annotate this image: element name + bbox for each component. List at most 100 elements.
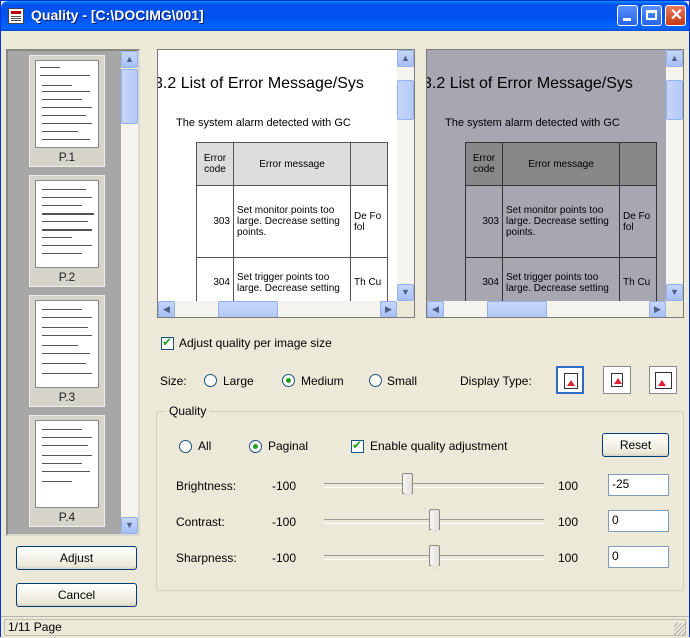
contrast-min: -100 — [272, 515, 297, 529]
adjust-button[interactable]: Adjust — [16, 546, 137, 570]
enable-quality-label: Enable quality adjustment — [370, 439, 508, 453]
thumbnail-image — [35, 180, 99, 268]
row-next: De Fo fol — [619, 185, 657, 258]
image-icon — [564, 373, 578, 389]
quality-paginal-label: Paginal — [268, 439, 309, 453]
thumbnail-page-3[interactable]: P.3 — [29, 295, 105, 407]
thumbnail-image — [35, 300, 99, 388]
resize-grip-icon[interactable] — [674, 623, 686, 635]
preview-hscroll[interactable]: ◀ ▶ — [427, 301, 666, 317]
scroll-thumb[interactable] — [666, 80, 683, 120]
brightness-value-field[interactable]: -25 — [608, 474, 669, 496]
scroll-thumb[interactable] — [121, 69, 138, 124]
scroll-thumb[interactable] — [218, 301, 278, 317]
col-extra-header — [350, 142, 388, 186]
sharpness-min: -100 — [272, 551, 297, 565]
sharpness-slider-thumb[interactable] — [429, 545, 440, 571]
original-preview[interactable]: 3.2 List of Error Message/Sys The system… — [157, 49, 415, 318]
thumbnail-panel[interactable]: P.1 P.2 P.3 P.4 ▲ ▼ — [6, 49, 140, 536]
close-icon: ✕ — [669, 7, 684, 24]
size-large-label: Large — [223, 374, 254, 388]
thumbnail-image — [35, 420, 99, 508]
row-code: 304 — [196, 257, 234, 301]
thumbnail-scrollbar[interactable]: ▲ ▼ — [121, 51, 138, 534]
contrast-max: 100 — [558, 515, 579, 529]
scroll-up-button[interactable]: ▲ — [397, 50, 414, 67]
doc-table: Error code Error message 303 Set monitor… — [196, 142, 388, 301]
size-large-radio[interactable] — [204, 374, 217, 387]
thumbnail-label: P.4 — [58, 510, 76, 524]
display-type-2-button[interactable] — [603, 366, 631, 394]
adjust-per-size-label: Adjust quality per image size — [179, 336, 332, 350]
quality-all-radio[interactable] — [179, 440, 192, 453]
contrast-value-field[interactable]: 0 — [608, 510, 669, 532]
scroll-right-button[interactable]: ▶ — [380, 301, 397, 317]
scroll-thumb[interactable] — [487, 301, 547, 317]
size-small-label: Small — [387, 374, 418, 388]
row-message: Set trigger points too large. Decrease s… — [502, 257, 620, 301]
sharpness-max: 100 — [558, 551, 579, 565]
status-bar: 1/11 Page — [1, 616, 689, 638]
scroll-down-button[interactable]: ▼ — [666, 284, 683, 301]
thumbnail-image — [35, 60, 99, 148]
window-title: Quality - [C:\DOCIMG\001] — [31, 7, 204, 23]
minimize-button[interactable] — [617, 5, 638, 26]
status-text: 1/11 Page — [4, 619, 686, 636]
display-type-label: Display Type: — [460, 374, 532, 388]
scroll-left-button[interactable]: ◀ — [158, 301, 175, 317]
scroll-thumb[interactable] — [397, 80, 414, 120]
close-button[interactable]: ✕ — [665, 5, 686, 26]
brightness-track[interactable] — [324, 483, 544, 488]
size-small-radio[interactable] — [369, 374, 382, 387]
thumbnail-page-4[interactable]: P.4 — [29, 415, 105, 527]
col-extra-header — [619, 142, 657, 186]
scroll-right-button[interactable]: ▶ — [649, 301, 666, 317]
scroll-left-button[interactable]: ◀ — [427, 301, 444, 317]
brightness-slider-thumb[interactable] — [401, 473, 413, 499]
col-code-header: Error code — [465, 142, 503, 186]
scroll-up-button[interactable]: ▲ — [666, 50, 683, 67]
size-label: Size: — [160, 374, 187, 388]
doc-heading: 3.2 List of Error Message/Sys — [158, 75, 364, 92]
quality-window: Quality - [C:\DOCIMG\001] ✕ P.1 P.2 P.3 … — [0, 0, 690, 638]
doc-intro: The system alarm detected with GC — [176, 117, 351, 129]
scroll-down-button[interactable]: ▼ — [397, 284, 414, 301]
display-type-3-button[interactable] — [649, 366, 677, 394]
app-icon — [8, 8, 24, 24]
row-code: 304 — [465, 257, 503, 301]
title-bar[interactable]: Quality - [C:\DOCIMG\001] ✕ — [1, 1, 689, 31]
scroll-down-button[interactable]: ▼ — [121, 517, 138, 534]
image-icon — [611, 373, 623, 387]
quality-paginal-radio[interactable] — [249, 440, 262, 453]
preview-vscroll[interactable]: ▲ ▼ — [666, 50, 683, 301]
cancel-button[interactable]: Cancel — [16, 583, 137, 607]
thumbnail-label: P.3 — [58, 390, 76, 404]
doc-intro: The system alarm detected with GC — [445, 117, 620, 129]
display-type-1-button[interactable] — [556, 366, 584, 394]
scroll-up-button[interactable]: ▲ — [121, 51, 138, 68]
size-medium-label: Medium — [301, 374, 344, 388]
row-next: Th Cu — [350, 257, 388, 301]
row-next: De Fo fol — [350, 185, 388, 258]
sharpness-label: Sharpness: — [176, 551, 237, 565]
preview-vscroll[interactable]: ▲ ▼ — [397, 50, 414, 301]
col-message-header: Error message — [502, 142, 620, 186]
adjust-per-size-checkbox[interactable] — [161, 335, 174, 350]
minimize-icon — [623, 18, 631, 21]
reset-button[interactable]: Reset — [602, 433, 669, 457]
thumbnail-page-1[interactable]: P.1 — [29, 55, 105, 167]
enable-quality-checkbox[interactable] — [351, 438, 364, 453]
adjusted-preview[interactable]: 3.2 List of Error Message/Sys The system… — [426, 49, 684, 318]
doc-table: Error code Error message 303 Set monitor… — [465, 142, 657, 301]
quality-group-label: Quality — [166, 404, 210, 418]
preview-hscroll[interactable]: ◀ ▶ — [158, 301, 397, 317]
brightness-max: 100 — [558, 479, 579, 493]
sharpness-value-field[interactable]: 0 — [608, 546, 669, 568]
maximize-icon — [646, 10, 657, 20]
preview-page: 3.2 List of Error Message/Sys The system… — [158, 50, 397, 301]
contrast-slider-thumb[interactable] — [429, 509, 440, 535]
maximize-button[interactable] — [641, 5, 662, 26]
thumbnail-page-2[interactable]: P.2 — [29, 175, 105, 287]
row-message: Set monitor points too large. Decrease s… — [233, 185, 351, 258]
size-medium-radio[interactable] — [282, 374, 295, 387]
